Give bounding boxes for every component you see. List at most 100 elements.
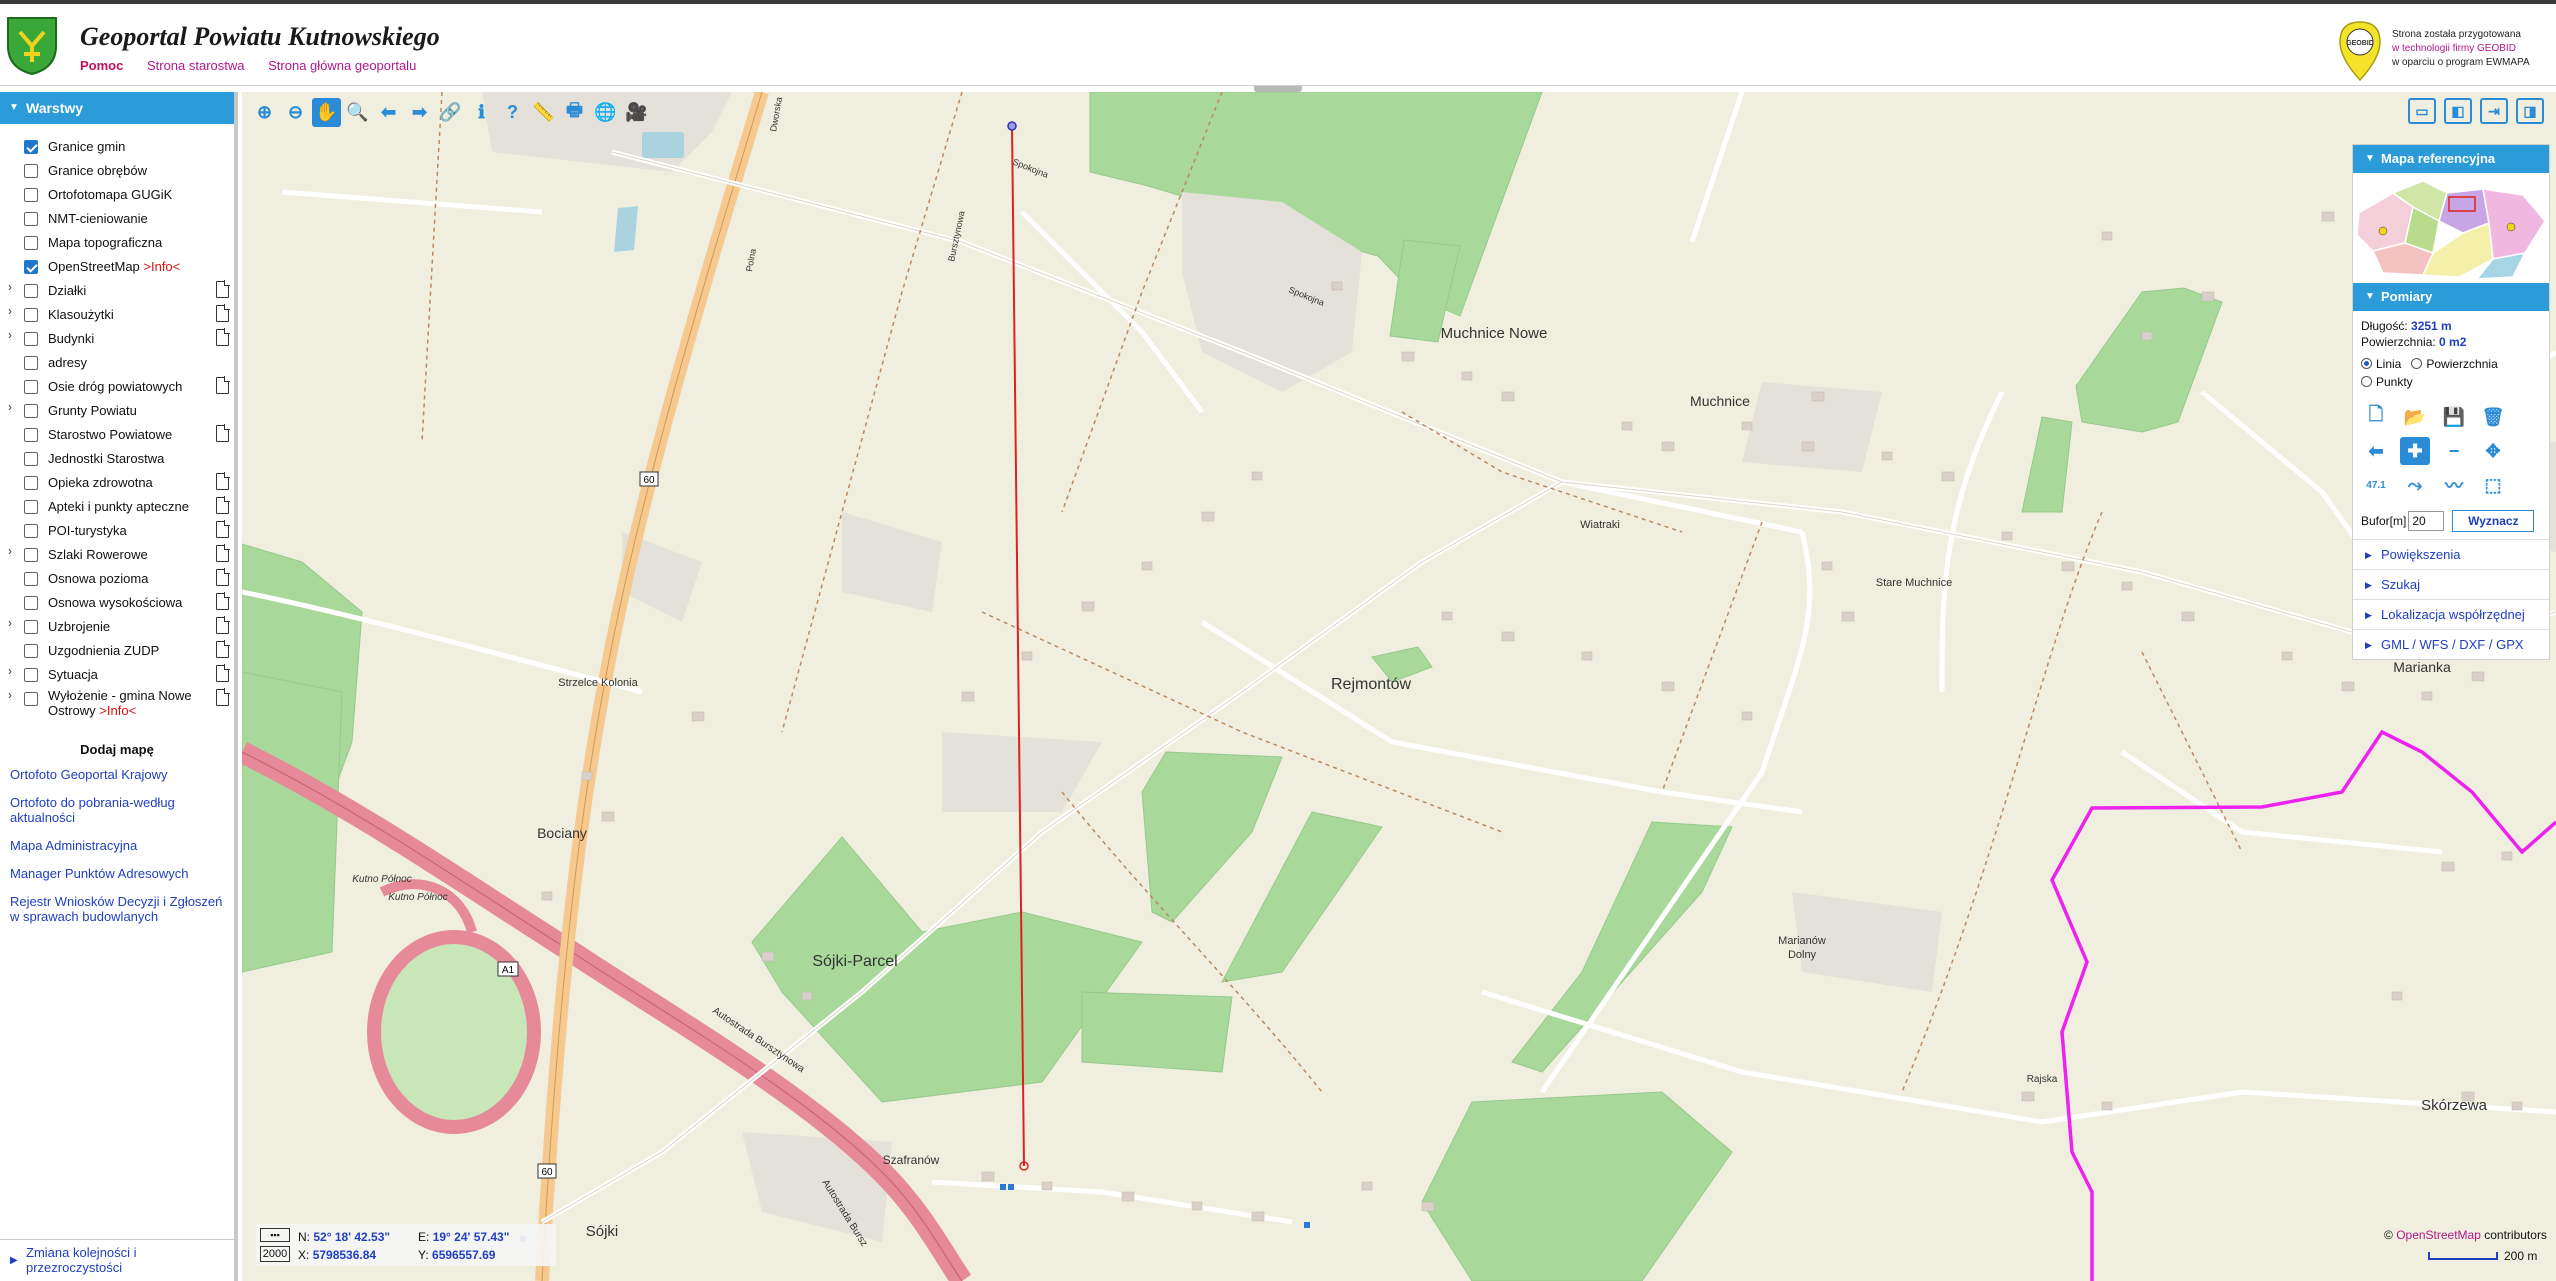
layer-checkbox[interactable]: [24, 476, 38, 490]
forward-arrow-icon[interactable]: ➡: [405, 98, 434, 127]
layers-panel-header[interactable]: ▼ Warstwy: [0, 92, 234, 124]
add-point-icon[interactable]: ✚: [2400, 437, 2430, 465]
legend-document-icon[interactable]: [216, 592, 230, 610]
coords-toggle-icon[interactable]: ▪▪▪: [260, 1228, 290, 1242]
layer-checkbox[interactable]: [24, 356, 38, 370]
legend-document-icon[interactable]: [216, 424, 230, 442]
measure-ruler-icon[interactable]: 📏: [529, 98, 558, 127]
layer-checkbox[interactable]: [24, 332, 38, 346]
back-arrow-icon[interactable]: ⬅: [374, 98, 403, 127]
chevron-right-icon[interactable]: ›: [8, 328, 12, 342]
buffer-input[interactable]: 20: [2408, 511, 2445, 531]
chevron-right-icon[interactable]: ›: [8, 616, 12, 630]
layer-row[interactable]: NMT-cieniowanie: [0, 206, 234, 230]
layer-row[interactable]: OpenStreetMap >Info<: [0, 254, 234, 278]
section-zoom[interactable]: ▶ Powiększenia: [2353, 539, 2549, 569]
layer-row[interactable]: Jednostki Starostwa: [0, 446, 234, 470]
zoom-in-icon[interactable]: ⊕: [250, 98, 279, 127]
legend-document-icon[interactable]: [216, 688, 230, 706]
open-folder-icon[interactable]: 📂: [2400, 403, 2430, 431]
legend-document-icon[interactable]: [216, 280, 230, 298]
zoom-box-icon[interactable]: 🔍: [343, 98, 372, 127]
legend-document-icon[interactable]: [216, 640, 230, 658]
camera-icon[interactable]: 🎥: [622, 98, 651, 127]
add-map-link[interactable]: Rejestr Wniosków Decyzji i Zgłoszeń w sp…: [0, 894, 234, 924]
layout-right-icon[interactable]: ◨: [2516, 98, 2544, 124]
layer-checkbox[interactable]: [24, 620, 38, 634]
measure-header[interactable]: ▼ Pomiary: [2353, 283, 2549, 311]
map-canvas[interactable]: 60 60 A1 Muchnice Nowe Muchnice Wiatraki…: [242, 92, 2556, 1281]
layer-row[interactable]: Osie dróg powiatowych: [0, 374, 234, 398]
mode-line-radio[interactable]: [2361, 358, 2372, 369]
starostwo-link[interactable]: Strona starostwa: [147, 58, 245, 73]
layer-checkbox[interactable]: [24, 284, 38, 298]
chevron-right-icon[interactable]: ›: [8, 400, 12, 414]
layer-checkbox[interactable]: [24, 524, 38, 538]
layer-row[interactable]: Uzgodnienia ZUDP: [0, 638, 234, 662]
layer-checkbox[interactable]: [24, 644, 38, 658]
layer-checkbox[interactable]: [24, 212, 38, 226]
profile-icon[interactable]: 〰: [2439, 471, 2469, 499]
layer-checkbox[interactable]: [24, 236, 38, 250]
layer-row[interactable]: Osnowa pozioma: [0, 566, 234, 590]
add-map-link[interactable]: Ortofoto Geoportal Krajowy: [0, 767, 234, 782]
layer-checkbox[interactable]: [24, 692, 38, 706]
section-gml-export[interactable]: ▶ GML / WFS / DXF / GPX: [2353, 629, 2549, 659]
export-arrow-icon[interactable]: ⇥: [2480, 98, 2508, 124]
layer-row[interactable]: Granice obrębów: [0, 158, 234, 182]
map-view[interactable]: 60 60 A1 Muchnice Nowe Muchnice Wiatraki…: [242, 92, 2556, 1281]
layer-checkbox[interactable]: [24, 380, 38, 394]
legend-document-icon[interactable]: [216, 664, 230, 682]
legend-document-icon[interactable]: [216, 568, 230, 586]
legend-document-icon[interactable]: [216, 472, 230, 490]
layer-checkbox[interactable]: [24, 428, 38, 442]
remove-point-icon[interactable]: −: [2439, 437, 2469, 465]
layer-row[interactable]: › Grunty Powiatu: [0, 398, 234, 422]
legend-document-icon[interactable]: [216, 496, 230, 514]
zoom-out-icon[interactable]: ⊖: [281, 98, 310, 127]
globe-icon[interactable]: 🌐: [591, 98, 620, 127]
chevron-right-icon[interactable]: ›: [8, 280, 12, 294]
layer-checkbox[interactable]: [24, 452, 38, 466]
measure-start-point[interactable]: [1007, 121, 1017, 131]
layout-top-icon[interactable]: ▭: [2408, 98, 2436, 124]
layer-checkbox[interactable]: [24, 500, 38, 514]
scale-value[interactable]: 2000: [260, 1246, 290, 1262]
move-point-icon[interactable]: ✥: [2478, 437, 2508, 465]
reference-map[interactable]: [2353, 173, 2549, 283]
trash-icon[interactable]: 🗑: [2478, 403, 2508, 431]
legend-document-icon[interactable]: [216, 520, 230, 538]
snap-icon[interactable]: ⤳: [2400, 471, 2430, 499]
link-icon[interactable]: 🔗: [436, 98, 465, 127]
layer-checkbox[interactable]: [24, 548, 38, 562]
layer-row[interactable]: › Uzbrojenie: [0, 614, 234, 638]
legend-document-icon[interactable]: [216, 544, 230, 562]
section-search[interactable]: ▶ Szukaj: [2353, 569, 2549, 599]
legend-document-icon[interactable]: [216, 616, 230, 634]
layer-row[interactable]: › Wyłożenie - gmina Nowe Ostrowy >Info<: [0, 686, 234, 724]
layer-info-link[interactable]: >Info<: [99, 703, 136, 718]
layer-row[interactable]: Starostwo Powiatowe: [0, 422, 234, 446]
credit-line-2[interactable]: w technologii firmy GEOBID: [2392, 42, 2542, 56]
osm-link[interactable]: OpenStreetMap: [2396, 1228, 2481, 1242]
layer-checkbox[interactable]: [24, 404, 38, 418]
layer-row[interactable]: Ortofotomapa GUGiK: [0, 182, 234, 206]
chevron-right-icon[interactable]: ›: [8, 544, 12, 558]
layer-info-link[interactable]: >Info<: [143, 259, 180, 274]
chevron-right-icon[interactable]: ›: [8, 304, 12, 318]
layout-left-icon[interactable]: ◧: [2444, 98, 2472, 124]
help-link[interactable]: Pomoc: [80, 58, 123, 73]
mode-points-radio[interactable]: [2361, 376, 2372, 387]
layer-row[interactable]: Osnowa wysokościowa: [0, 590, 234, 614]
layer-checkbox[interactable]: [24, 308, 38, 322]
add-map-link[interactable]: Mapa Administracyjna: [0, 838, 234, 853]
layer-row[interactable]: › Działki: [0, 278, 234, 302]
add-map-link[interactable]: Ortofoto do pobrania-według aktualności: [0, 795, 234, 825]
layer-checkbox[interactable]: [24, 260, 38, 274]
angle-icon[interactable]: 47.1: [2361, 471, 2391, 499]
layer-checkbox[interactable]: [24, 140, 38, 154]
layer-checkbox[interactable]: [24, 596, 38, 610]
reference-map-image[interactable]: [2353, 173, 2549, 283]
layer-row[interactable]: Opieka zdrowotna: [0, 470, 234, 494]
print-icon[interactable]: 🖶: [560, 98, 589, 127]
